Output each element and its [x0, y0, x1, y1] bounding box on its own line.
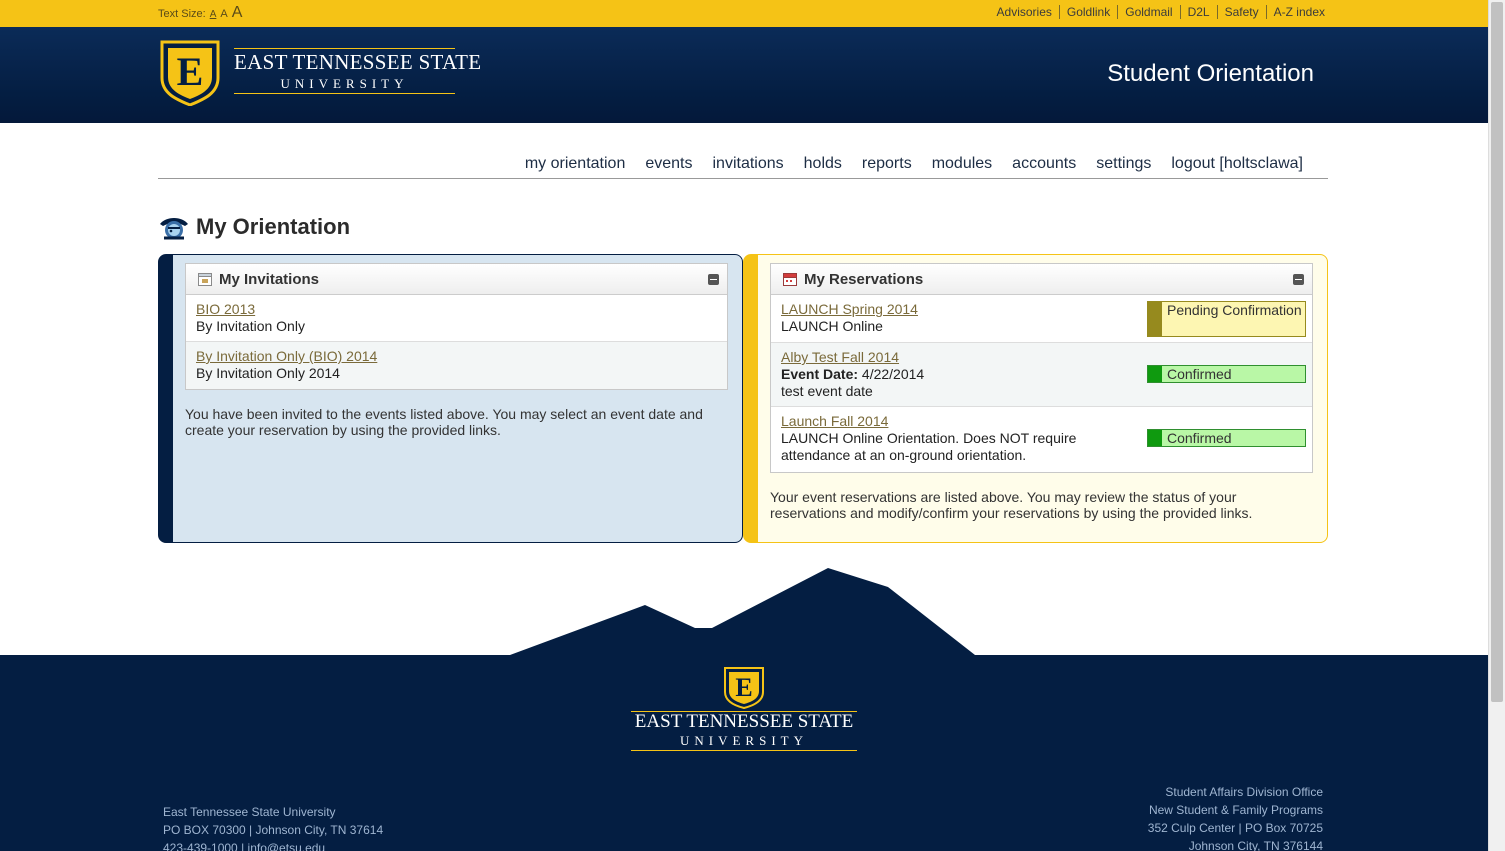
text-size-control: Text Size: A A A — [158, 4, 242, 22]
reservation-item: Launch Fall 2014 LAUNCH Online Orientati… — [771, 407, 1312, 471]
footer-address: PO BOX 70300 | Johnson City, TN 37614 — [163, 823, 384, 837]
buccaneer-icon — [160, 218, 188, 240]
reservations-header: My Reservations — [771, 264, 1312, 295]
svg-text:E: E — [735, 673, 752, 702]
footer-phone-email: 423-439-1000 | info@etsu.edu — [163, 839, 383, 851]
text-size-medium-link[interactable]: A — [220, 8, 227, 20]
nav-logout[interactable]: logout [holtsclawa] — [1171, 155, 1303, 178]
reservation-subtitle: test event date — [781, 383, 873, 399]
invitation-subtitle: By Invitation Only 2014 — [196, 365, 340, 381]
page-heading: My Orientation — [158, 212, 350, 242]
main-nav: my orientation events invitations holds … — [158, 155, 1328, 179]
advisories-link[interactable]: Advisories — [990, 5, 1059, 19]
d2l-link[interactable]: D2L — [1179, 5, 1217, 19]
text-size-label: Text Size: — [158, 8, 206, 20]
footer-university-name: East Tennessee State University — [163, 805, 336, 819]
event-date-label: Event Date: — [781, 366, 859, 382]
invitations-panel: My Invitations BIO 2013 By Invitation On… — [158, 254, 743, 543]
footer-separator: | — [237, 841, 248, 851]
footer-office-name: Student Affairs Division Office — [1165, 785, 1323, 799]
invitations-note: You have been invited to the events list… — [185, 406, 703, 438]
utility-bar: Text Size: A A A Advisories Goldlink Gol… — [0, 0, 1488, 27]
footer-logo[interactable]: E EAST TENNESSEE STATE UNIVERSITY — [631, 667, 857, 753]
text-size-large-link[interactable]: A — [232, 4, 243, 22]
collapse-icon[interactable] — [1293, 274, 1304, 285]
site-title: Student Orientation — [1107, 60, 1314, 87]
university-logo[interactable]: E EAST TENNESSEE STATE UNIVERSITY — [160, 40, 481, 110]
page-title: My Orientation — [196, 214, 351, 239]
invitations-title: My Invitations — [219, 270, 320, 288]
calendar-icon — [198, 273, 212, 286]
mountain-silhouette — [510, 568, 975, 655]
event-date-value: 4/22/2014 — [858, 366, 925, 382]
utility-links: Advisories Goldlink Goldmail D2L Safety … — [990, 5, 1325, 19]
site-header: E EAST TENNESSEE STATE UNIVERSITY Studen… — [0, 27, 1488, 123]
footer-office: Student Affairs Division Office New Stud… — [1148, 783, 1323, 851]
footer-office-address: 352 Culp Center | PO Box 70725 — [1147, 821, 1323, 835]
footer-phone-link[interactable]: 423-439-1000 — [163, 841, 238, 851]
invitations-header: My Invitations — [186, 264, 727, 295]
text-size-small-link[interactable]: A — [210, 9, 217, 20]
reservations-note: Your event reservations are listed above… — [770, 489, 1253, 521]
goldlink-link[interactable]: Goldlink — [1058, 5, 1117, 19]
scrollbar-thumb[interactable] — [1491, 2, 1503, 702]
svg-text:E: E — [177, 49, 204, 94]
shield-icon: E — [724, 667, 764, 709]
reservation-item: LAUNCH Spring 2014 LAUNCH Online Pending… — [771, 295, 1312, 343]
nav-my-orientation[interactable]: my orientation — [525, 155, 626, 178]
reservation-link[interactable]: Launch Fall 2014 — [781, 413, 888, 429]
status-badge: Confirmed — [1147, 429, 1306, 447]
nav-holds[interactable]: holds — [804, 155, 842, 178]
reservation-link[interactable]: Alby Test Fall 2014 — [781, 349, 899, 365]
reservation-link[interactable]: LAUNCH Spring 2014 — [781, 301, 918, 317]
site-footer: E EAST TENNESSEE STATE UNIVERSITY East T… — [0, 655, 1488, 851]
status-badge: Confirmed — [1147, 365, 1306, 383]
shield-icon: E — [160, 40, 220, 106]
invitations-box: My Invitations BIO 2013 By Invitation On… — [185, 263, 728, 390]
calendar-red-icon — [783, 273, 797, 286]
footer-logo-wordmark: EAST TENNESSEE STATE — [634, 711, 854, 732]
vertical-scrollbar[interactable] — [1488, 0, 1505, 851]
logo-subwordmark: UNIVERSITY — [280, 76, 409, 91]
logo-rule-bottom — [234, 93, 455, 94]
az-index-link[interactable]: A-Z index — [1265, 5, 1325, 19]
invitation-link[interactable]: BIO 2013 — [196, 301, 255, 317]
reservation-subtitle: LAUNCH Online Orientation. Does NOT requ… — [781, 430, 1077, 463]
collapse-icon[interactable] — [708, 274, 719, 285]
reservation-item: Alby Test Fall 2014 Event Date: 4/22/201… — [771, 343, 1312, 407]
invitation-item: BIO 2013 By Invitation Only — [186, 295, 727, 342]
logo-wordmark: EAST TENNESSEE STATE — [234, 50, 482, 74]
nav-events[interactable]: events — [645, 155, 692, 178]
nav-settings[interactable]: settings — [1096, 155, 1151, 178]
goldmail-link[interactable]: Goldmail — [1117, 5, 1179, 19]
footer-logo-subwordmark: UNIVERSITY — [680, 733, 808, 748]
footer-program-name: New Student & Family Programs — [1148, 803, 1323, 817]
footer-logo-rule-bottom — [631, 750, 857, 751]
nav-accounts[interactable]: accounts — [1012, 155, 1076, 178]
status-badge: Pending Confirmation — [1147, 301, 1306, 337]
invitation-item: By Invitation Only (BIO) 2014 By Invitat… — [186, 342, 727, 389]
safety-link[interactable]: Safety — [1216, 5, 1266, 19]
footer-office-city: Johnson City, TN 376144 — [1188, 839, 1323, 851]
invitation-link[interactable]: By Invitation Only (BIO) 2014 — [196, 348, 377, 364]
reservations-box: My Reservations LAUNCH Spring 2014 LAUNC… — [770, 263, 1313, 473]
nav-reports[interactable]: reports — [862, 155, 912, 178]
nav-modules[interactable]: modules — [932, 155, 992, 178]
footer-contact: East Tennessee State University PO BOX 7… — [163, 803, 383, 851]
reservations-panel: My Reservations LAUNCH Spring 2014 LAUNC… — [743, 254, 1328, 543]
reservation-subtitle: LAUNCH Online — [781, 318, 883, 334]
invitation-subtitle: By Invitation Only — [196, 318, 305, 334]
footer-email-link[interactable]: info@etsu.edu — [248, 841, 326, 851]
logo-rule-top — [234, 48, 455, 49]
nav-invitations[interactable]: invitations — [712, 155, 783, 178]
reservations-title: My Reservations — [804, 270, 924, 288]
